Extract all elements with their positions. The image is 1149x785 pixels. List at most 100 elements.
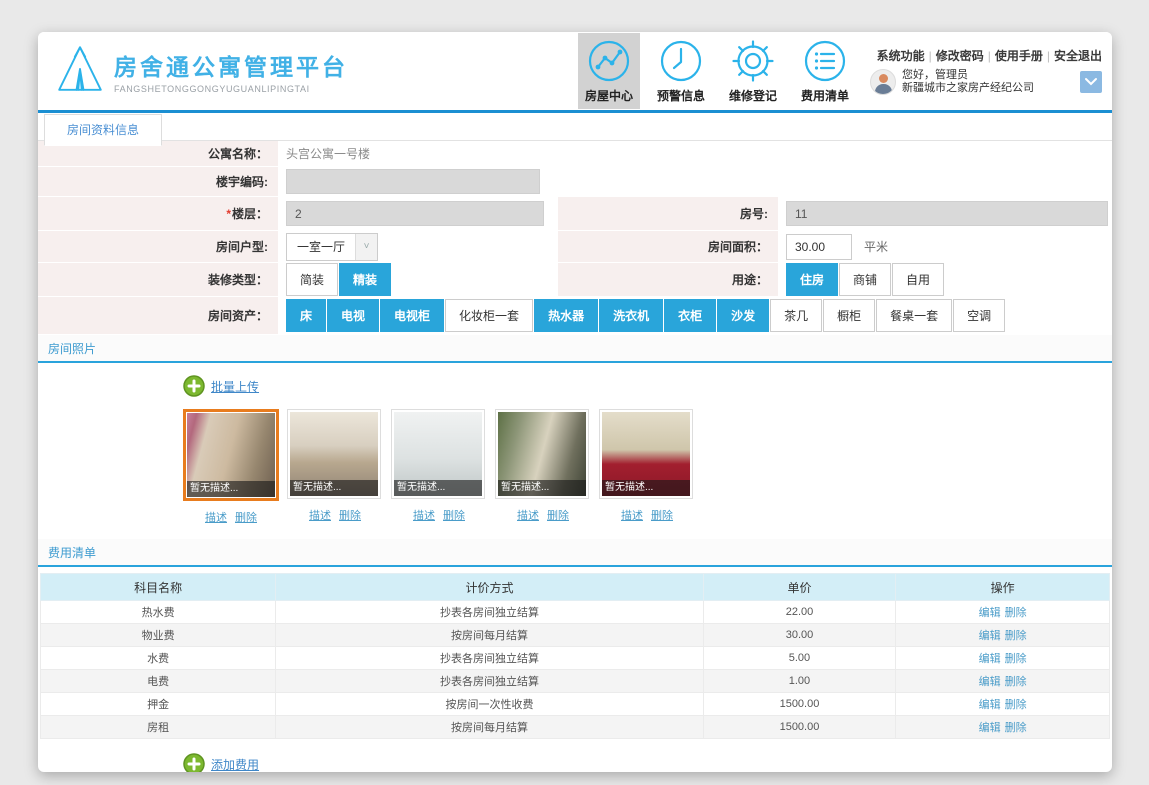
edit-link[interactable]: 编辑 <box>979 607 1001 619</box>
edit-link[interactable]: 编辑 <box>979 676 1001 688</box>
asset-option-tea-table[interactable]: 茶几 <box>770 299 823 332</box>
form-row-apartment-name: 公寓名称： 头宫公寓一号楼 <box>38 141 1112 167</box>
assets-label: 房间资产： <box>38 297 278 334</box>
fee-name: 押金 <box>39 692 277 716</box>
usage-option-shop[interactable]: 商铺 <box>839 263 892 296</box>
system-functions-link[interactable]: 系统功能 <box>877 49 925 63</box>
kitchen-photo[interactable]: 暂无描述... <box>599 409 693 499</box>
batch-upload-link[interactable]: 批量上传 <box>211 378 259 395</box>
main-nav: 房屋中心 预警信息 维修登记 费用清单 <box>578 33 856 109</box>
apartment-name-value-cell: 头宫公寓一号楼 <box>278 141 1112 166</box>
photo-desc-link[interactable]: 描述 <box>413 507 435 523</box>
asset-option-air-conditioner[interactable]: 空调 <box>953 299 1006 332</box>
apartment-name-value: 头宫公寓一号楼 <box>286 147 371 161</box>
asset-option-tv-cabinet[interactable]: 电视柜 <box>380 299 445 332</box>
delete-link[interactable]: 删除 <box>1005 699 1027 711</box>
asset-option-bed[interactable]: 床 <box>286 299 327 332</box>
photo-item-kitchen: 暂无描述... 描述 删除 <box>599 409 695 525</box>
photo-item-bathroom: 暂无描述... 描述 删除 <box>391 409 487 525</box>
chevron-down-icon <box>1085 78 1097 86</box>
usage-option-residence[interactable]: 住房 <box>786 263 839 296</box>
photo-caption: 暂无描述... <box>602 480 690 496</box>
form-row-decoration-usage: 装修类型： 简装 精装 用途： 住房 商铺 自用 <box>38 263 1112 297</box>
fee-actions: 编辑 删除 <box>895 623 1110 647</box>
nav-label: 维修登记 <box>728 89 777 103</box>
edit-link[interactable]: 编辑 <box>979 653 1001 665</box>
nav-item-repair-register[interactable]: 维修登记 <box>722 33 784 109</box>
decoration-option-simple[interactable]: 简装 <box>286 263 339 296</box>
room-area-input[interactable] <box>786 233 852 260</box>
asset-option-dining-set[interactable]: 餐桌一套 <box>876 299 953 332</box>
decoration-options: 简装 精装 <box>286 263 392 296</box>
photo-list: 暂无描述... 描述 删除 暂无描述... 描述 删除 暂无描述... 描述 删… <box>183 409 1112 525</box>
usage-options: 住房 商铺 自用 <box>786 263 945 296</box>
bathroom-photo[interactable]: 暂无描述... <box>391 409 485 499</box>
hallway-photo[interactable]: 暂无描述... <box>495 409 589 499</box>
delete-link[interactable]: 删除 <box>1005 653 1027 665</box>
tab-room-info[interactable]: 房间资料信息 <box>44 114 163 146</box>
fee-table: 科目名称 计价方式 单价 操作 热水费 抄表各房间独立结算 22.00 编辑 删除… <box>39 573 1110 739</box>
asset-option-dresser-set[interactable]: 化妆柜一套 <box>445 299 534 332</box>
photo-desc-link[interactable]: 描述 <box>621 507 643 523</box>
nav-item-fee-list[interactable]: 费用清单 <box>794 33 856 109</box>
photo-desc-link[interactable]: 描述 <box>517 507 539 523</box>
main-window: 房舍通公寓管理平台 FANGSHETONGGONGYUGUANLIPINGTAI… <box>38 32 1112 772</box>
room-type-value: 一室一厅 <box>297 240 346 254</box>
asset-option-cupboard[interactable]: 橱柜 <box>823 299 876 332</box>
asset-option-washer[interactable]: 洗衣机 <box>599 299 664 332</box>
fee-actions: 编辑 删除 <box>895 646 1110 670</box>
user-manual-link[interactable]: 使用手册 <box>995 49 1043 63</box>
nav-item-warning-info[interactable]: 预警信息 <box>650 33 712 109</box>
user-greeting: 您好，管理员 <box>902 69 968 81</box>
room-no-input[interactable] <box>786 201 1108 226</box>
delete-link[interactable]: 删除 <box>1005 676 1027 688</box>
table-row: 房租 按房间每月结算 1500.00 编辑 删除 <box>39 715 1110 739</box>
app-title-block: 房舍通公寓管理平台 FANGSHETONGGONGYUGUANLIPINGTAI <box>114 48 348 94</box>
delete-link[interactable]: 删除 <box>1005 722 1027 734</box>
form-row-assets: 房间资产： 床 电视 电视柜 化妆柜一套 热水器 洗衣机 衣柜 沙发 茶几 橱柜… <box>38 297 1112 335</box>
photo-desc-link[interactable]: 描述 <box>205 509 227 525</box>
form-row-building-code: 楼宇编码: <box>38 167 1112 197</box>
photo-delete-link[interactable]: 删除 <box>443 507 465 523</box>
edit-link[interactable]: 编辑 <box>979 630 1001 642</box>
edit-link[interactable]: 编辑 <box>979 722 1001 734</box>
asset-option-tv[interactable]: 电视 <box>327 299 380 332</box>
nav-item-house-center[interactable]: 房屋中心 <box>578 33 640 109</box>
delete-link[interactable]: 删除 <box>1005 630 1027 642</box>
app-header: 房舍通公寓管理平台 FANGSHETONGGONGYUGUANLIPINGTAI… <box>38 32 1112 113</box>
required-mark: * <box>226 206 231 221</box>
nav-label: 费用清单 <box>800 89 849 103</box>
asset-option-wardrobe[interactable]: 衣柜 <box>664 299 717 332</box>
edit-link[interactable]: 编辑 <box>979 699 1001 711</box>
usage-option-self-use[interactable]: 自用 <box>892 263 945 296</box>
safe-logout-link[interactable]: 安全退出 <box>1054 49 1102 63</box>
living-room-photo[interactable]: 暂无描述... <box>183 409 279 501</box>
floor-input[interactable] <box>286 201 544 226</box>
building-code-input[interactable] <box>286 169 540 194</box>
fee-actions: 编辑 删除 <box>895 669 1110 693</box>
photo-links: 描述 删除 <box>183 509 279 525</box>
collapse-header-button[interactable] <box>1080 71 1102 93</box>
add-fee-link[interactable]: 添加费用 <box>211 756 259 773</box>
photo-delete-link[interactable]: 删除 <box>547 507 569 523</box>
fee-section-title: 费用清单 <box>38 539 1112 567</box>
room-type-select[interactable]: 一室一厅 ˅ <box>286 232 379 261</box>
photo-delete-link[interactable]: 删除 <box>235 509 257 525</box>
photo-desc-link[interactable]: 描述 <box>309 507 331 523</box>
fee-price: 1.00 <box>702 669 897 693</box>
asset-option-water-heater[interactable]: 热水器 <box>534 299 599 332</box>
asset-option-sofa[interactable]: 沙发 <box>717 299 770 332</box>
decoration-option-fine[interactable]: 精装 <box>339 263 392 296</box>
user-text: 您好，管理员 新疆城市之家房产经纪公司 <box>902 69 1034 95</box>
change-password-link[interactable]: 修改密码 <box>936 49 984 63</box>
user-company: 新疆城市之家房产经纪公司 <box>902 82 1034 94</box>
photo-delete-link[interactable]: 删除 <box>339 507 361 523</box>
photo-delete-link[interactable]: 删除 <box>651 507 673 523</box>
table-row: 水费 抄表各房间独立结算 5.00 编辑 删除 <box>39 646 1110 670</box>
delete-link[interactable]: 删除 <box>1005 607 1027 619</box>
fee-method: 抄表各房间独立结算 <box>275 600 704 624</box>
app-subtitle: FANGSHETONGGONGYUGUANLIPINGTAI <box>114 84 310 94</box>
col-header-subject: 科目名称 <box>39 573 277 601</box>
empty-room-photo[interactable]: 暂无描述... <box>287 409 381 499</box>
photo-caption: 暂无描述... <box>290 480 378 496</box>
